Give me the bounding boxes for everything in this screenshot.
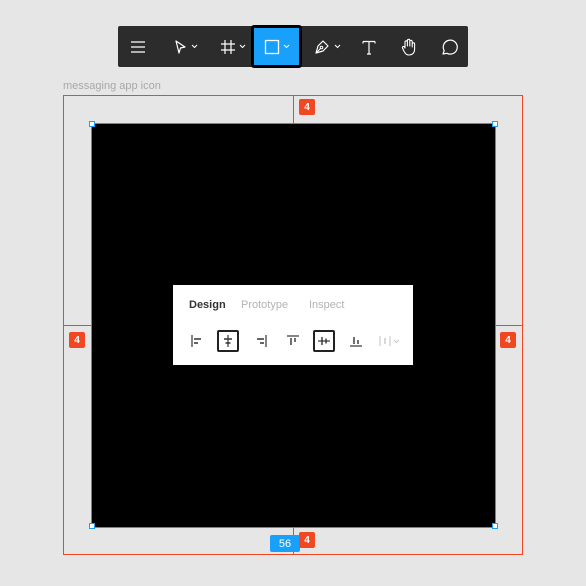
rectangle-icon: [264, 39, 279, 54]
size-readout: 56: [270, 535, 300, 552]
tab-design[interactable]: Design: [189, 299, 226, 311]
frame-hash-icon: [221, 39, 235, 54]
menu-button[interactable]: [124, 26, 151, 67]
spacing-badge-left: 4: [69, 332, 85, 348]
comment-bubble-icon: [442, 39, 458, 55]
align-bottom-icon: [350, 337, 362, 347]
spacing-badge-top: 4: [299, 99, 315, 115]
hamburger-menu-icon: [130, 40, 145, 53]
align-vertical-center-button[interactable]: [313, 330, 335, 352]
chevron-down-icon: [283, 44, 289, 49]
resize-handle-bottom-left[interactable]: [89, 523, 95, 529]
shape-tool-button[interactable]: [251, 25, 302, 68]
pen-tool-button[interactable]: [308, 26, 346, 67]
text-t-icon: [362, 40, 376, 55]
toolbar: [118, 25, 468, 68]
align-vertical-center-icon: [318, 337, 330, 345]
align-top-button[interactable]: [282, 330, 304, 352]
align-horizontal-center-icon: [224, 335, 232, 347]
spacing-guide-left: [64, 325, 92, 326]
cursor-arrow-icon: [175, 39, 186, 54]
move-tool-button[interactable]: [166, 26, 204, 67]
spacing-guide-right: [495, 325, 522, 326]
frame-label[interactable]: messaging app icon: [63, 80, 161, 92]
frame-tool-button[interactable]: [214, 26, 252, 67]
properties-panel: Design Prototype Inspect: [173, 285, 413, 365]
align-bottom-button[interactable]: [345, 330, 367, 352]
align-left-icon: [191, 335, 201, 347]
chevron-down-icon: [334, 44, 341, 49]
hand-icon: [401, 38, 416, 56]
resize-handle-top-left[interactable]: [89, 121, 95, 127]
align-top-icon: [287, 335, 299, 345]
hand-tool-button[interactable]: [396, 26, 422, 67]
distribute-spacing-icon: [379, 336, 400, 346]
distribute-spacing-button[interactable]: [376, 330, 404, 352]
resize-handle-bottom-right[interactable]: [492, 523, 498, 529]
align-horizontal-center-button[interactable]: [217, 330, 239, 352]
align-right-icon: [257, 335, 267, 347]
tab-inspect[interactable]: Inspect: [309, 299, 344, 311]
spacing-guide-top: [293, 96, 294, 124]
align-left-button[interactable]: [186, 330, 208, 352]
pen-icon: [315, 39, 329, 54]
spacing-badge-right: 4: [500, 332, 516, 348]
resize-handle-top-right[interactable]: [492, 121, 498, 127]
spacing-badge-bottom: 4: [299, 532, 315, 548]
tab-prototype[interactable]: Prototype: [241, 299, 288, 311]
align-right-button[interactable]: [250, 330, 272, 352]
text-tool-button[interactable]: [356, 26, 382, 67]
chevron-down-icon: [191, 44, 198, 49]
comment-tool-button[interactable]: [436, 26, 462, 67]
chevron-down-icon: [239, 44, 246, 49]
